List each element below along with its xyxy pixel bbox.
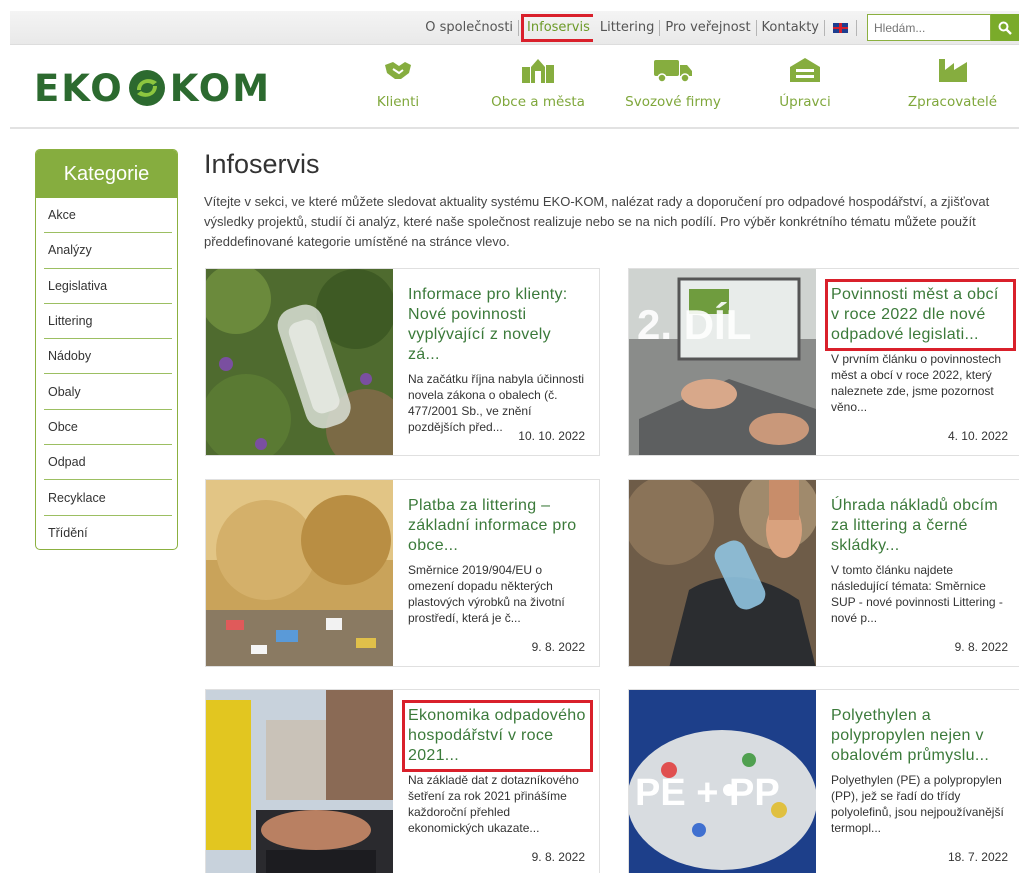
sidebar-item-odpad[interactable]: Odpad [44, 445, 172, 481]
article-image[interactable]: PE + PP [629, 690, 816, 873]
article-body: Úhrada nákladů obcím za littering a čern… [831, 496, 1010, 626]
recycle-swirl-icon [128, 70, 165, 106]
article-title[interactable]: Polyethylen a polypropylen nejen v obalo… [831, 706, 1010, 766]
search-input[interactable] [867, 14, 991, 41]
toplink-pro-verejnost[interactable]: Pro veřejnost [660, 20, 757, 36]
toplink-kontakty[interactable]: Kontakty [757, 20, 825, 36]
nav-label: Klienti [376, 94, 420, 110]
top-links: O společnosti Infoservis Littering Pro v… [420, 11, 857, 45]
article-title[interactable]: Informace pro klienty: Nové povinnosti v… [408, 285, 587, 365]
main-nav: Klienti Obce a města Svozové firmy Úprav… [340, 55, 1019, 115]
divider [856, 20, 857, 36]
search-box [867, 14, 1019, 41]
article-title[interactable]: Úhrada nákladů obcím za littering a čern… [831, 496, 1010, 556]
sidebar-item-nadoby[interactable]: Nádoby [44, 339, 172, 375]
article-body: Platba za littering – základní informace… [408, 496, 587, 626]
city-icon [522, 59, 554, 83]
factory-icon [938, 59, 967, 82]
nav-zpracovatele[interactable]: Zpracovatelé [900, 55, 1005, 110]
sidebar-item-obaly[interactable]: Obaly [44, 374, 172, 410]
article-card[interactable]: Úhrada nákladů obcím za littering a čern… [628, 479, 1019, 667]
sidebar-item-akce[interactable]: Akce [44, 198, 172, 234]
sidebar-item-obce[interactable]: Obce [44, 410, 172, 446]
article-card[interactable]: Ekonomika odpadového hospodářství v roce… [205, 689, 600, 873]
sidebar-item-recyklace[interactable]: Recyklace [44, 480, 172, 516]
article-excerpt: V tomto článku najdete následující témat… [831, 563, 1003, 625]
sorting-icon [790, 58, 820, 82]
nav-label: Zpracovatelé [907, 94, 998, 110]
toplink-infoservis[interactable]: Infoservis [521, 14, 593, 42]
article-date: 4. 10. 2022 [947, 429, 1008, 443]
article-card[interactable]: PE + PP Polyethylen a polypropylen nejen… [628, 689, 1019, 873]
article-body: Ekonomika odpadového hospodářství v roce… [402, 700, 593, 836]
top-bar: O společnosti Infoservis Littering Pro v… [10, 11, 1019, 45]
article-date: 9. 8. 2022 [954, 640, 1008, 654]
article-date: 18. 7. 2022 [947, 850, 1008, 864]
logo-text-right: KOM [169, 66, 272, 110]
article-excerpt: V prvním článku o povinnostech měst a ob… [831, 352, 1002, 414]
article-card[interactable]: Platba za littering – základní informace… [205, 479, 600, 667]
article-excerpt: Směrnice 2019/904/EU o omezení dopadu ně… [408, 563, 565, 625]
page-intro: Vítejte v sekci, ve které můžete sledova… [204, 194, 990, 249]
article-image[interactable] [206, 690, 393, 873]
article-image[interactable] [206, 480, 393, 666]
nav-klienti[interactable]: Klienti [358, 55, 438, 110]
toplink-o-spolecnosti[interactable]: O společnosti [420, 20, 520, 36]
nav-label: Úpravci [779, 94, 831, 110]
article-title[interactable]: Povinnosti měst a obcí v roce 2022 dle n… [825, 279, 1016, 351]
nav-obce-a-mesta[interactable]: Obce a města [483, 55, 593, 110]
image-caption: PE + PP [635, 772, 780, 814]
article-body: Povinnosti měst a obcí v roce 2022 dle n… [825, 279, 1016, 415]
article-image[interactable] [629, 480, 816, 666]
sidebar-item-legislativa[interactable]: Legislativa [44, 269, 172, 304]
eko-kom-logo[interactable]: EKO KOM [34, 63, 271, 113]
handshake-icon [385, 62, 411, 79]
page-title: Infoservis [204, 149, 320, 179]
article-excerpt: Polyethylen (PE) a polypropylen (PP), je… [831, 773, 1004, 835]
nav-svozove-firmy[interactable]: Svozové firmy [623, 55, 723, 110]
toplink-littering[interactable]: Littering [595, 20, 661, 36]
article-date: 9. 8. 2022 [531, 850, 585, 864]
article-card[interactable]: 2. DÍL Povinnosti měst a obcí v roce 202… [628, 268, 1019, 456]
article-excerpt: Na základě dat z dotazníkového šetření z… [408, 773, 579, 835]
article-image[interactable] [206, 269, 393, 455]
article-date: 10. 10. 2022 [518, 429, 585, 443]
search-button[interactable] [991, 14, 1019, 41]
sidebar-item-analyzy[interactable]: Analýzy [44, 233, 172, 269]
article-body: Informace pro klienty: Nové povinnosti v… [408, 285, 587, 435]
header-divider [10, 127, 1019, 129]
category-sidebar: Kategorie Akce Analýzy Legislativa Litte… [35, 149, 178, 550]
sidebar-item-trideni[interactable]: Třídění [44, 516, 172, 549]
sidebar-title: Kategorie [36, 150, 177, 198]
article-card[interactable]: Informace pro klienty: Nové povinnosti v… [205, 268, 600, 456]
article-body: Polyethylen a polypropylen nejen v obalo… [831, 706, 1010, 836]
truck-icon [654, 60, 692, 83]
article-excerpt: Na začátku října nabyla účinnosti novela… [408, 372, 585, 434]
uk-flag-icon[interactable] [833, 23, 848, 33]
article-title[interactable]: Platba za littering – základní informace… [408, 496, 587, 556]
search-icon [998, 21, 1012, 35]
image-caption: 2. DÍL [637, 301, 751, 348]
article-image[interactable]: 2. DÍL [629, 269, 816, 455]
article-date: 9. 8. 2022 [531, 640, 585, 654]
nav-upravci[interactable]: Úpravci [765, 55, 845, 110]
nav-label: Svozové firmy [625, 94, 721, 110]
nav-label: Obce a města [491, 94, 585, 110]
sidebar-item-littering[interactable]: Littering [44, 304, 172, 340]
logo-text-left: EKO [34, 66, 124, 110]
article-title[interactable]: Ekonomika odpadového hospodářství v roce… [402, 700, 593, 772]
